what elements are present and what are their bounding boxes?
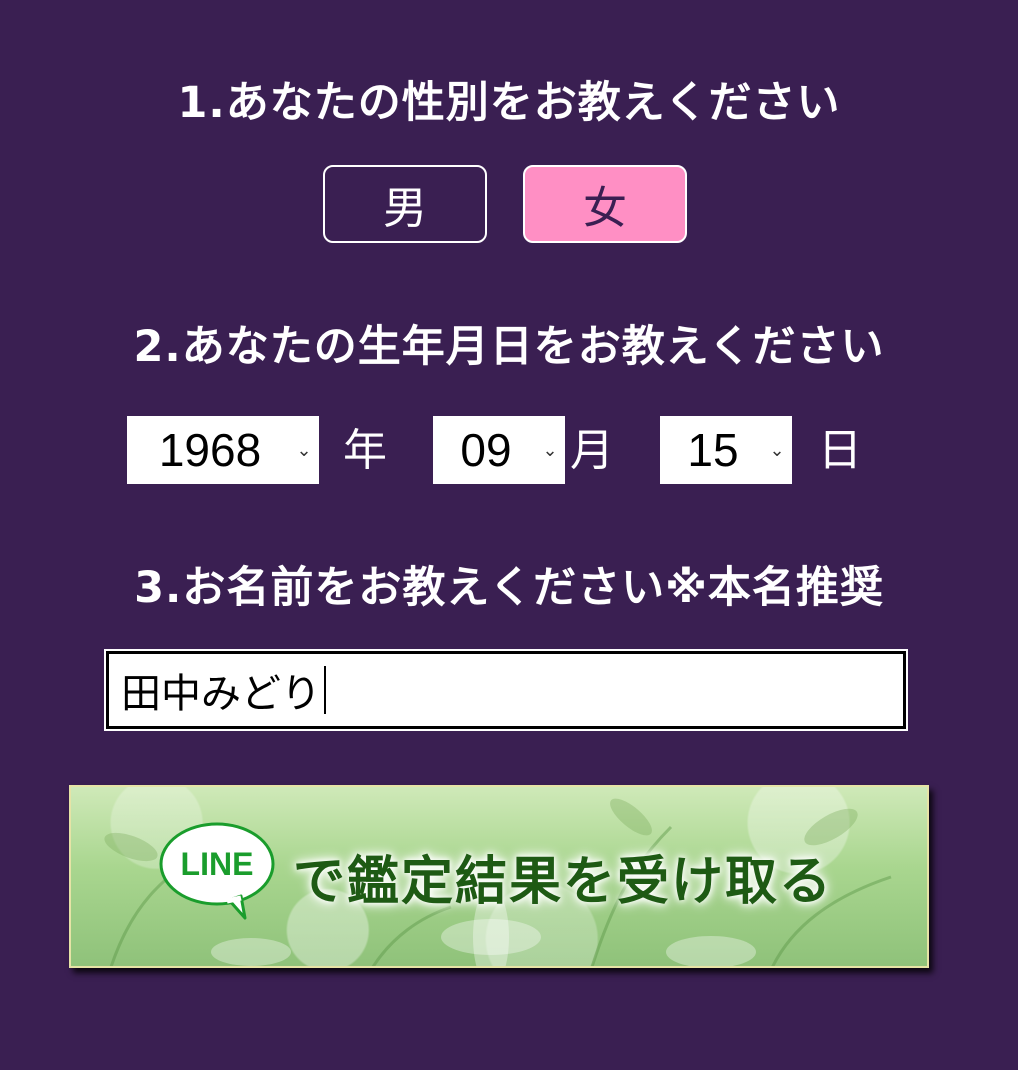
chevron-down-icon: ⌄ <box>542 439 558 460</box>
birth-year-value: 1968 <box>158 424 262 476</box>
birth-year-select[interactable]: 1968 ⌄ <box>127 416 319 484</box>
line-receive-result-button[interactable]: LINE で鑑定結果を受け取る <box>69 785 929 968</box>
birth-month-value: 09 <box>460 424 512 476</box>
month-unit-label: 月 <box>570 425 614 476</box>
birth-day-select[interactable]: 15 ⌄ <box>660 416 792 484</box>
question-gender-heading: 1.あなたの性別をお教えください <box>177 78 841 128</box>
banner-label: で鑑定結果を受け取る <box>293 851 834 912</box>
day-unit-label: 日 <box>818 425 862 476</box>
name-input-value[interactable]: 田中みどり <box>121 661 321 719</box>
text-caret <box>324 666 326 714</box>
line-logo-text: LINE <box>180 845 254 882</box>
question-birthdate-heading: 2.あなたの生年月日をお教えください <box>133 322 885 372</box>
birth-day-value: 15 <box>687 424 739 476</box>
line-logo-icon: LINE <box>157 822 277 922</box>
chevron-down-icon: ⌄ <box>296 439 312 460</box>
question-name-heading: 3.お名前をお教えください※本名推奨 <box>134 563 884 613</box>
gender-female-button[interactable]: 女 <box>523 165 687 243</box>
birth-month-select[interactable]: 09 ⌄ <box>433 416 565 484</box>
gender-male-button[interactable]: 男 <box>323 165 487 243</box>
year-unit-label: 年 <box>343 425 387 476</box>
name-input-field[interactable]: 田中みどり <box>104 649 908 731</box>
chevron-down-icon: ⌄ <box>769 439 785 460</box>
